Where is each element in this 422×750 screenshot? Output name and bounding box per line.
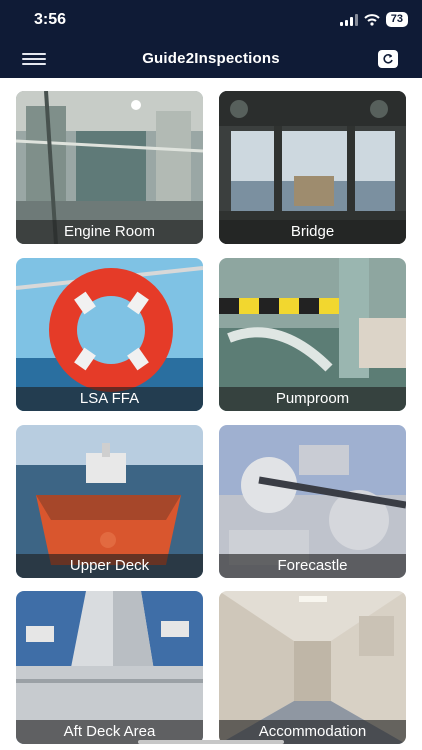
- page-title: Guide2Inspections: [142, 50, 280, 67]
- tile-lsa-ffa[interactable]: LSA FFA: [16, 258, 203, 411]
- status-time: 3:56: [34, 11, 67, 28]
- tile-pumproom[interactable]: Pumproom: [219, 258, 406, 411]
- status-bar: 3:56 73: [0, 0, 422, 40]
- tile-engine-room[interactable]: Engine Room: [16, 91, 203, 244]
- tile-bridge[interactable]: Bridge: [219, 91, 406, 244]
- status-indicators: 73: [339, 12, 408, 27]
- category-grid: Engine Room Bridge LSA FFA Pumproom Uppe…: [0, 78, 422, 750]
- tile-label: Forecastle: [219, 554, 406, 578]
- refresh-icon[interactable]: [378, 50, 398, 68]
- tile-aft-deck-area[interactable]: Aft Deck Area: [16, 591, 203, 744]
- tile-label: Engine Room: [16, 220, 203, 244]
- signal-icon: [339, 13, 358, 26]
- tile-label: Pumproom: [219, 387, 406, 411]
- tile-accommodation[interactable]: Accommodation: [219, 591, 406, 744]
- home-indicator: [138, 740, 284, 744]
- wifi-icon: [364, 13, 380, 26]
- tile-label: Bridge: [219, 220, 406, 244]
- battery-icon: 73: [385, 12, 408, 27]
- nav-bar: Guide2Inspections: [0, 40, 422, 78]
- tile-label: LSA FFA: [16, 387, 203, 411]
- tile-upper-deck[interactable]: Upper Deck: [16, 425, 203, 578]
- tile-label: Upper Deck: [16, 554, 203, 578]
- tile-forecastle[interactable]: Forecastle: [219, 425, 406, 578]
